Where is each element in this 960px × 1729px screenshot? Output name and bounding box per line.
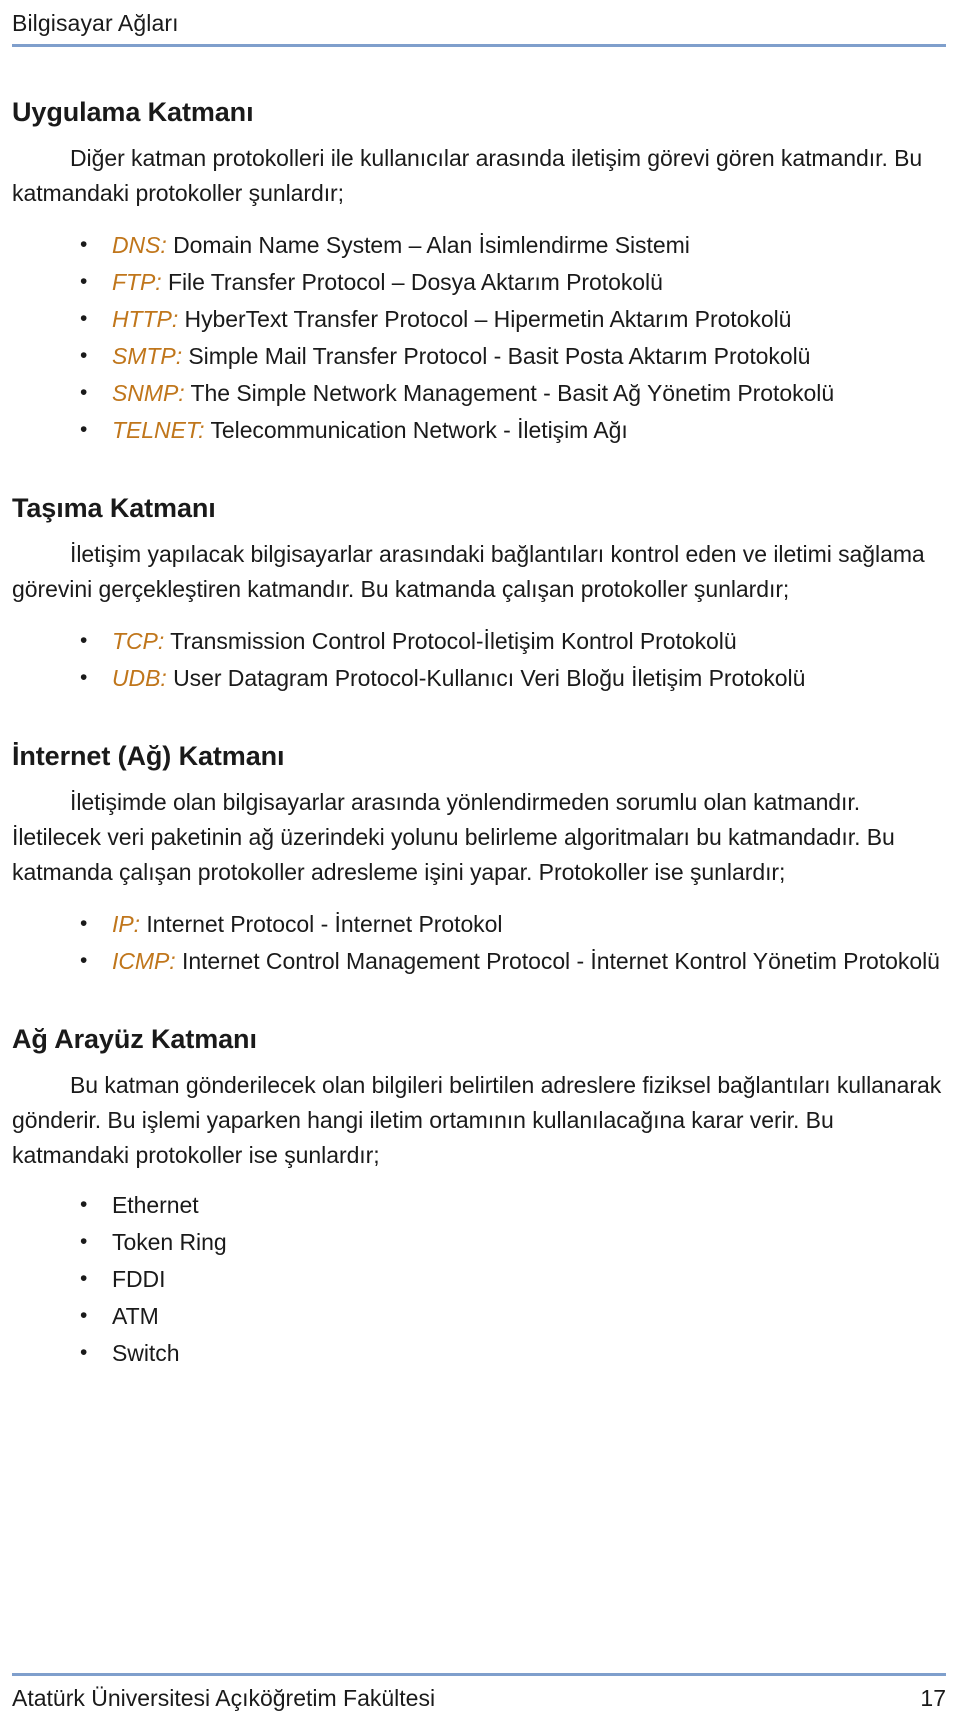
protocol-description: ATM (112, 1303, 159, 1329)
protocol-abbr: SMTP: (112, 343, 183, 369)
page-number: 17 (920, 1685, 946, 1711)
list-item: Switch (12, 1334, 946, 1372)
list-item: SMTP: Simple Mail Transfer Protocol - Ba… (12, 337, 946, 375)
protocol-description: Token Ring (112, 1229, 227, 1255)
protocol-description: Switch (112, 1340, 180, 1366)
protocol-description: FDDI (112, 1266, 166, 1292)
list-item: TCP: Transmission Control Protocol-İleti… (12, 622, 946, 660)
protocol-list-ag-arayuz-katmani: Ethernet Token Ring FDDI ATM Switch (12, 1186, 946, 1372)
list-item: ICMP: Internet Control Management Protoc… (12, 942, 946, 980)
footer-divider (12, 1673, 946, 1676)
header-title: Bilgisayar Ağları (12, 10, 179, 36)
document-page: Bilgisayar Ağları Uygulama Katmanı Diğer… (0, 0, 960, 1729)
footer-institution-label: Atatürk Üniversitesi Açıköğretim Fakülte… (12, 1685, 436, 1711)
footer-row: Atatürk Üniversitesi Açıköğretim Fakülte… (12, 1683, 946, 1713)
list-item: Token Ring (12, 1223, 946, 1261)
list-item: ATM (12, 1297, 946, 1335)
protocol-abbr: SNMP: (112, 380, 185, 406)
protocol-description: The Simple Network Management - Basit Ağ… (184, 380, 835, 406)
protocol-list-internet-ag-katmani: IP: Internet Protocol - İnternet Protoko… (12, 905, 946, 980)
protocol-abbr: IP: (112, 911, 140, 937)
protocol-description: Telecommunication Network - İletişim Ağı (204, 417, 628, 443)
section-paragraph-uygulama-katmani: Diğer katman protokolleri ile kullanıcıl… (12, 145, 923, 206)
protocol-abbr: DNS: (112, 232, 167, 258)
section-paragraph-tasima-katmani: İletişim yapılacak bilgisayarlar arasınd… (12, 541, 925, 602)
protocol-abbr: TCP: (112, 628, 165, 654)
protocol-abbr: FTP: (112, 269, 162, 295)
section-heading-ag-arayuz-katmani: Ağ Arayüz Katmanı (12, 1024, 257, 1054)
protocol-description: Ethernet (112, 1192, 199, 1218)
list-item: IP: Internet Protocol - İnternet Protoko… (12, 905, 946, 943)
list-item: UDB: User Datagram Protocol-Kullanıcı Ve… (12, 659, 946, 697)
protocol-description: Simple Mail Transfer Protocol - Basit Po… (182, 343, 811, 369)
protocol-abbr: ICMP: (112, 948, 176, 974)
protocol-abbr: TELNET: (112, 417, 205, 443)
list-item: FTP: File Transfer Protocol – Dosya Akta… (12, 263, 946, 301)
document-content: Uygulama Katmanı Diğer katman protokolle… (12, 95, 946, 1372)
protocol-description: File Transfer Protocol – Dosya Aktarım P… (161, 269, 663, 295)
list-item: DNS: Domain Name System – Alan İsimlendi… (12, 226, 946, 264)
section-paragraph-internet-ag-katmani: İletişimde olan bilgisayarlar arasında y… (12, 789, 895, 885)
list-item: SNMP: The Simple Network Management - Ba… (12, 374, 946, 412)
protocol-description: Internet Control Management Protocol - İ… (175, 948, 940, 974)
page-footer: Atatürk Üniversitesi Açıköğretim Fakülte… (12, 1673, 946, 1713)
protocol-description: User Datagram Protocol-Kullanıcı Veri Bl… (166, 665, 806, 691)
header-divider (12, 44, 946, 47)
section-heading-tasima-katmani: Taşıma Katmanı (12, 493, 216, 523)
protocol-list-tasima-katmani: TCP: Transmission Control Protocol-İleti… (12, 622, 946, 697)
protocol-description: Internet Protocol - İnternet Protokol (139, 911, 503, 937)
section-heading-uygulama-katmani: Uygulama Katmanı (12, 97, 254, 127)
section-heading-internet-ag-katmani: İnternet (Ağ) Katmanı (12, 741, 285, 771)
protocol-description: Transmission Control Protocol-İletişim K… (164, 628, 737, 654)
protocol-description: Domain Name System – Alan İsimlendirme S… (166, 232, 690, 258)
protocol-abbr: UDB: (112, 665, 167, 691)
page-header: Bilgisayar Ağları (12, 0, 946, 47)
protocol-description: HyberText Transfer Protocol – Hipermetin… (178, 306, 792, 332)
list-item: Ethernet (12, 1186, 946, 1224)
list-item: TELNET: Telecommunication Network - İlet… (12, 411, 946, 449)
list-item: FDDI (12, 1260, 946, 1298)
protocol-list-uygulama-katmani: DNS: Domain Name System – Alan İsimlendi… (12, 226, 946, 449)
section-paragraph-ag-arayuz-katmani: Bu katman gönderilecek olan bilgileri be… (12, 1072, 942, 1168)
list-item: HTTP: HyberText Transfer Protocol – Hipe… (12, 300, 946, 338)
protocol-abbr: HTTP: (112, 306, 179, 332)
